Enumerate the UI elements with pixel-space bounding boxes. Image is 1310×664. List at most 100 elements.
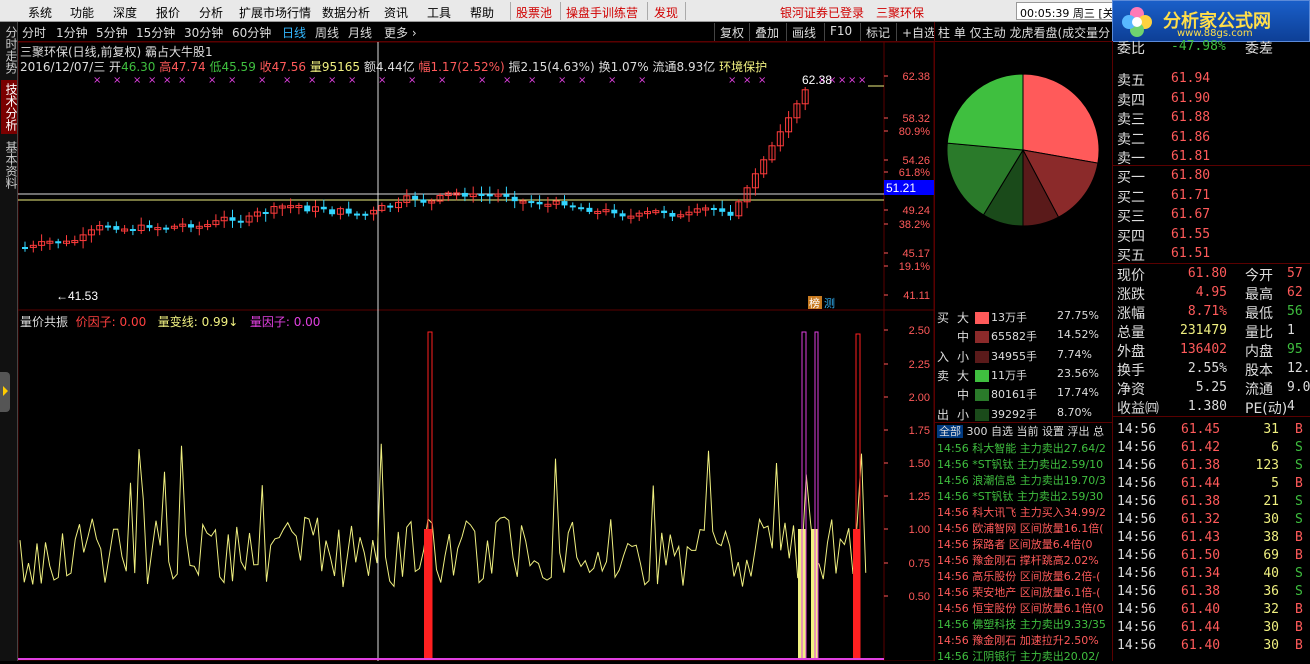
side-tab-fundamental[interactable]: 基本资料 [1, 138, 18, 192]
tick-side: B [1295, 620, 1303, 635]
ticker-tab-current[interactable]: 当前 [1017, 425, 1039, 438]
f10-button[interactable]: F10 [824, 23, 857, 41]
quote-value: 136402 [1180, 342, 1227, 357]
tick-price: 61.44 [1181, 476, 1221, 491]
quote-value-2: 1 [1287, 323, 1295, 338]
mark-button[interactable]: 标记 [860, 23, 895, 41]
ticker-row[interactable]: 14:56 欧浦智网 区间放量16.1倍( [937, 520, 1113, 536]
ticker-row[interactable]: 14:56 豫金刚石 撑杆跳高2.02% [937, 552, 1113, 568]
candle-body [113, 226, 120, 230]
quote-label: 涨跌 [1117, 287, 1145, 303]
side-tab-intraday[interactable]: 分时走势 [1, 24, 18, 76]
bid-row[interactable]: 买二 61.71 [1117, 187, 1310, 206]
menu-analysis[interactable]: 分析 [199, 4, 223, 21]
ticker-tab-300[interactable]: 300 [967, 425, 988, 438]
ticker-time: 14:56 [937, 538, 969, 551]
menu-trader-training[interactable]: 操盘手训练营 [566, 4, 638, 21]
overlay-button[interactable]: 叠加 [749, 23, 784, 41]
y-tick-label: 80.9% [899, 126, 930, 138]
period-tab-1min[interactable]: 1分钟 [56, 24, 88, 41]
menu-help[interactable]: 帮助 [470, 4, 494, 21]
collapse-arrow-icon[interactable] [0, 372, 10, 412]
draw-line-button[interactable]: 画线 [786, 23, 821, 41]
ticker-tab-all[interactable]: 全部 [937, 425, 963, 438]
ask-label: 卖四 [1117, 92, 1145, 109]
ticker-time: 14:56 [937, 634, 969, 647]
ticker-tabs: 全部 300 自选 当前 设置 浮出 总 [935, 422, 1113, 438]
ticker-row[interactable]: 14:56 *ST钒钛 主力卖出2.59/30 [937, 488, 1113, 504]
ticker-row[interactable]: 14:56 高乐股份 区间放量6.2倍-( [937, 568, 1113, 584]
ticker-row[interactable]: 14:56 浪潮信息 主力卖出19.70/3 [937, 472, 1113, 488]
ticker-stock: 科大智能 [972, 442, 1017, 455]
ticker-row[interactable]: 14:56 荣安地产 区间放量6.1倍-( [937, 584, 1113, 600]
ticker-tab-float[interactable]: 浮出 [1068, 425, 1090, 438]
menu-system[interactable]: 系统 [28, 4, 52, 21]
ticker-row[interactable]: 14:56 探路者 区间放量6.4倍(0 [937, 536, 1113, 552]
menu-quote[interactable]: 报价 [156, 4, 180, 21]
menu-stock-pool[interactable]: 股票池 [516, 4, 552, 21]
quote-row: 净资 5.25 流通 9.0 [1117, 379, 1310, 398]
candle-body [710, 207, 717, 210]
side-tab-technical[interactable]: 技术分析 [1, 80, 18, 134]
bid-row[interactable]: 买四 61.55 [1117, 226, 1310, 245]
adjust-button[interactable]: 复权 [714, 23, 749, 41]
ticker-row[interactable]: 14:56 佛塑科技 主力卖出9.33/35 [937, 616, 1113, 632]
flow-size: 小 [957, 407, 970, 422]
menu-function[interactable]: 功能 [70, 4, 94, 21]
candle-body [229, 217, 236, 221]
tick-price: 61.38 [1181, 584, 1221, 599]
bid-row[interactable]: 买五 61.51 [1117, 245, 1310, 264]
tick-side: B [1295, 530, 1303, 545]
period-tab-more[interactable]: 更多 › [384, 24, 417, 41]
quote-label-2: 今开 [1245, 268, 1273, 284]
period-tab-weekly[interactable]: 周线 [315, 24, 339, 41]
quote-value-2: 62 [1287, 285, 1303, 300]
ticker-tab-total[interactable]: 总 [1093, 425, 1104, 438]
signal-marker: × [228, 75, 236, 86]
period-tab-intraday[interactable]: 分时 [22, 24, 46, 41]
flow-color-swatch [975, 350, 989, 363]
menu-depth[interactable]: 深度 [113, 4, 137, 21]
ticker-message: 区间放量6.1倍-( [1019, 586, 1101, 599]
ticker-row[interactable]: 14:56 *ST钒钛 主力卖出2.59/10 [937, 456, 1113, 472]
candle-body [55, 241, 62, 244]
ticker-stock: 豫金刚石 [972, 634, 1017, 647]
period-tab-30min[interactable]: 30分钟 [184, 24, 223, 41]
menu-data-analysis[interactable]: 数据分析 [322, 4, 370, 21]
ticker-row[interactable]: 14:56 江阴银行 主力卖出20.02/ [937, 648, 1113, 664]
ask-row[interactable]: 卖四 61.90 [1117, 90, 1310, 109]
bid-row[interactable]: 买三 61.67 [1117, 206, 1310, 225]
menu-extended-market[interactable]: 扩展市场行情 [239, 4, 311, 21]
ask-row[interactable]: 卖三 61.88 [1117, 109, 1310, 128]
ticker-row[interactable]: 14:56 恒宝股份 区间放量6.1倍(0 [937, 600, 1113, 616]
ask-row[interactable]: 卖五 61.94 [1117, 70, 1310, 89]
ticker-tab-watchlist[interactable]: 自选 [991, 425, 1013, 438]
tick-side: S [1295, 458, 1303, 473]
ask-row[interactable]: 卖二 61.86 [1117, 129, 1310, 148]
price-chart[interactable]: × × × × × × × × × × × × × × × × × × × × × × × × × × × × × × × 62.38 58.… [18, 42, 934, 661]
ticker-tab-settings[interactable]: 设置 [1042, 425, 1064, 438]
flow-row: 买 大 13万手 27.75% [935, 309, 1113, 328]
tick-row: 14:56 61.32 30 S [1117, 512, 1310, 530]
ticker-row[interactable]: 14:56 科大智能 主力卖出27.64/2 [937, 440, 1113, 456]
menu-news[interactable]: 资讯 [384, 4, 408, 21]
ticker-time: 14:56 [937, 522, 969, 535]
period-tab-5min[interactable]: 5分钟 [96, 24, 128, 41]
period-tab-monthly[interactable]: 月线 [348, 24, 372, 41]
flow-size: 大 [957, 311, 970, 325]
candle-body [320, 206, 327, 210]
period-tab-15min[interactable]: 15分钟 [136, 24, 175, 41]
candle-body [727, 211, 734, 216]
quote-label: 总量 [1117, 325, 1145, 341]
bid-row[interactable]: 买一 61.80 [1117, 167, 1310, 186]
quote-panel: 委比 -47.98% 委差 卖五 61.94 卖四 61.90 卖三 61.88 卖二 61.… [1112, 39, 1310, 661]
menu-tools[interactable]: 工具 [427, 4, 451, 21]
ticker-row[interactable]: 14:56 豫金刚石 加速拉升2.50% [937, 632, 1113, 648]
menu-discover[interactable]: 发现 [654, 4, 678, 21]
period-tab-60min[interactable]: 60分钟 [232, 24, 271, 41]
ticker-stock: 豫金刚石 [972, 554, 1017, 567]
tick-volume: 30 [1263, 620, 1279, 635]
period-tab-daily[interactable]: 日线 [282, 24, 306, 41]
y-tick-label: 58.32 [902, 113, 930, 125]
ticker-row[interactable]: 14:56 科大讯飞 主力买入34.99/2 [937, 504, 1113, 520]
